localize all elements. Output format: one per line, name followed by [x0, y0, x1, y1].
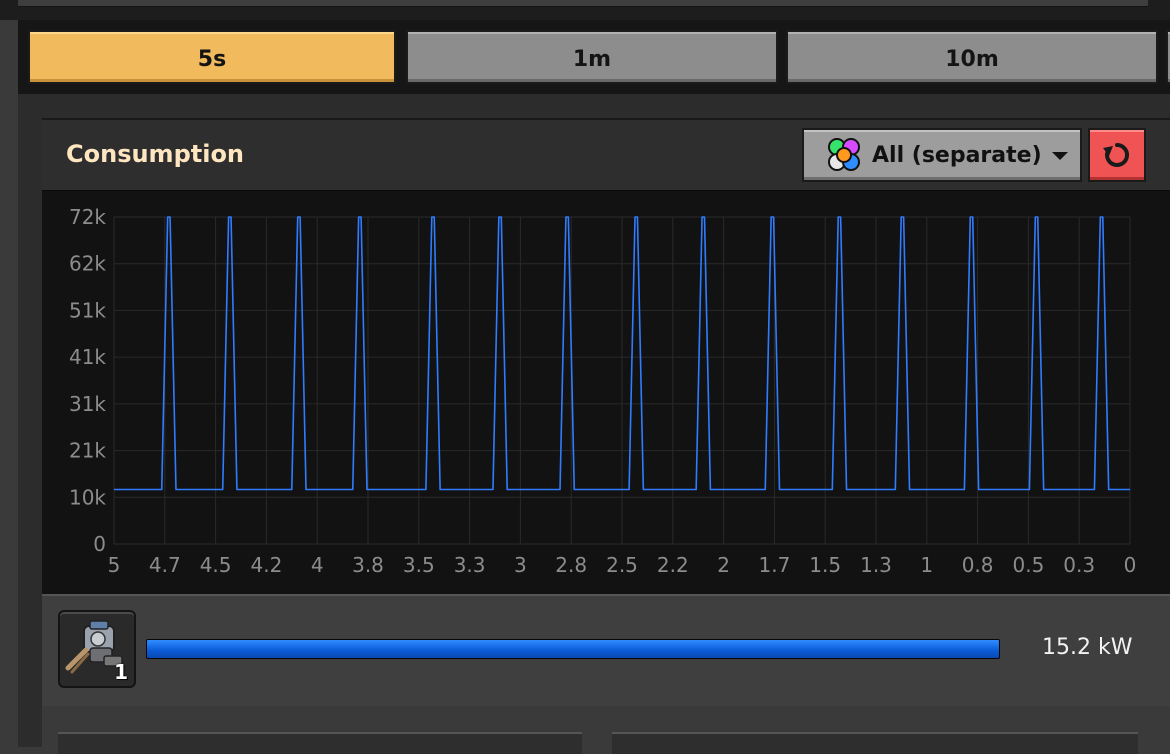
x-tick-label: 2.8 [555, 553, 587, 577]
x-tick-label: 3.5 [403, 553, 435, 577]
x-tick-label: 3.3 [454, 553, 486, 577]
reset-icon [1103, 142, 1130, 167]
x-tick-label: 1 [920, 553, 933, 577]
tab-1m[interactable]: 1m [406, 30, 778, 84]
consumption-bar-fill [147, 640, 999, 658]
chart-svg: 5 4.7 4.5 4.2 4 3.8 3.5 3.3 3 2.8 2.5 2.2 2 1.7 1.5 1.3… [69, 205, 1137, 577]
x-tick-label: 0.8 [962, 553, 994, 577]
panel-title: Consumption [66, 140, 245, 168]
x-tick-label: 0.3 [1063, 553, 1095, 577]
x-tick-label: 0 [1124, 553, 1137, 577]
multicolor-circles-icon [828, 138, 860, 171]
x-tick-label: 4.2 [250, 553, 282, 577]
bottom-box-right [612, 732, 1138, 754]
consumption-bar-track [146, 639, 1000, 659]
x-tick-label: 3.8 [352, 553, 384, 577]
electric-network-panel: Consumption All (separate) 5 4.7 4.5 4.2… [18, 94, 1170, 754]
consumption-header: Consumption All (separate) [42, 118, 1170, 190]
tab-10m[interactable]: 10m [786, 30, 1158, 84]
y-tick-label: 10k [69, 485, 106, 509]
x-tick-label: 4.7 [149, 553, 181, 577]
tab-overflow[interactable] [1166, 30, 1170, 84]
x-tick-label: 4.5 [200, 553, 232, 577]
x-tick-label: 2 [717, 553, 730, 577]
x-tick-label: 1.5 [809, 553, 841, 577]
y-tick-label: 62k [69, 252, 106, 276]
consumer-row: 1 15.2 kW [42, 594, 1170, 706]
bottom-area [42, 706, 1170, 754]
tab-label: 5s [197, 46, 227, 72]
y-tick-label: 51k [69, 298, 106, 322]
bottom-box-left [58, 732, 582, 754]
dropdown-label: All (separate) [872, 142, 1042, 168]
x-tick-label: 0.5 [1012, 553, 1044, 577]
entity-slot[interactable]: 1 [58, 610, 136, 688]
filter-dropdown[interactable]: All (separate) [802, 128, 1082, 182]
time-range-tabs: 5s 1m 10m [18, 20, 1170, 94]
tab-label: 10m [945, 46, 999, 72]
y-tick-label: 72k [69, 205, 106, 229]
x-tick-label: 2.2 [657, 553, 689, 577]
y-tick-label: 31k [69, 392, 106, 416]
x-tick-label: 1.3 [860, 553, 892, 577]
reset-button[interactable] [1088, 128, 1146, 182]
x-tick-label: 3 [514, 553, 527, 577]
entity-count: 1 [114, 660, 128, 684]
top-strip-inner [18, 0, 1148, 7]
x-tick-label: 1.7 [758, 553, 790, 577]
x-tick-label: 4 [311, 553, 324, 577]
power-value: 15.2 kW [1042, 635, 1133, 660]
consumption-subpanel: Consumption All (separate) 5 4.7 4.5 4.2… [42, 118, 1170, 754]
chevron-down-icon [1051, 152, 1068, 160]
consumption-chart: 5 4.7 4.5 4.2 4 3.8 3.5 3.3 3 2.8 2.5 2.2 2 1.7 1.5 1.3… [42, 190, 1170, 595]
y-tick-label: 21k [69, 439, 106, 463]
y-tick-label: 0 [93, 532, 106, 556]
top-strip [0, 0, 1170, 20]
x-tick-label: 2.5 [606, 553, 638, 577]
y-tick-label: 41k [69, 345, 106, 369]
x-tick-label: 5 [108, 553, 121, 577]
tab-label: 1m [572, 46, 612, 72]
tab-5s[interactable]: 5s [28, 30, 396, 84]
